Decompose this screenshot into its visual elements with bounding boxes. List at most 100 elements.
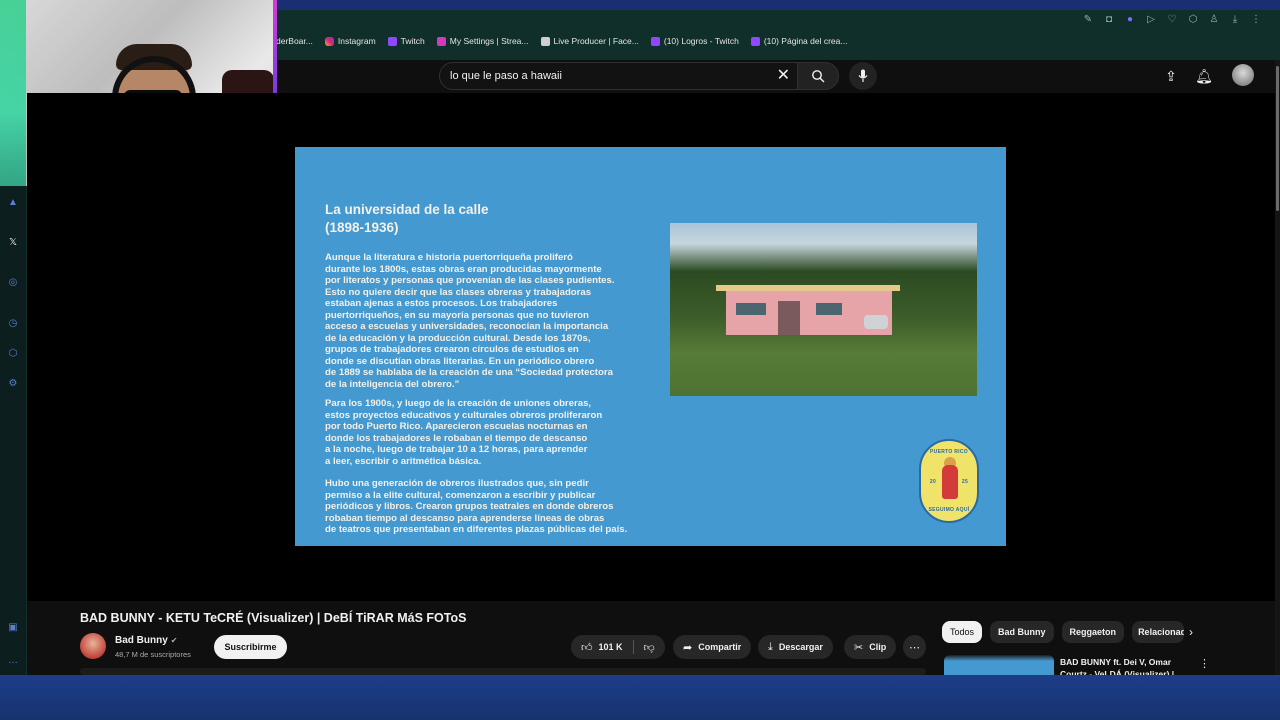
bookmarks-bar: derBoar... Instagram Twitch My Settings … xyxy=(276,36,847,46)
recommendation-title[interactable]: BAD BUNNY ft. Dei V, Omar Courtz - VeLDÁ… xyxy=(1060,656,1185,675)
scrollbar-thumb[interactable] xyxy=(1276,66,1279,211)
browser-extension-icons: ✎ ◘ ● ▷ ♡ ⬡ ♙ ⤓ ⋮ xyxy=(1082,14,1262,25)
camera-icon[interactable]: ◘ xyxy=(1103,14,1115,25)
slide-paragraph: Para los 1900s, y luego de la creación d… xyxy=(325,398,603,467)
more-icon: ⋯ xyxy=(909,641,920,654)
slide-title-years: (1898-1936) xyxy=(325,220,399,235)
cube-icon[interactable]: ⬡ xyxy=(1187,14,1199,25)
twitch-icon xyxy=(750,36,760,46)
thumbs-up-icon[interactable]: 👍︎ xyxy=(581,641,593,654)
extension-icon[interactable]: ● xyxy=(1124,14,1136,25)
bookmark-label: (10) Logros - Twitch xyxy=(663,36,739,46)
player-icon[interactable]: ◎ xyxy=(6,277,20,291)
download-label: Descargar xyxy=(778,642,823,652)
scissors-icon: ✂ xyxy=(854,641,864,654)
download-icon[interactable]: ⤓ xyxy=(1229,14,1241,25)
clip-label: Clip xyxy=(869,642,887,652)
x-icon[interactable]: 𝕏 xyxy=(6,237,20,251)
more-actions-button[interactable]: ⋯ xyxy=(903,635,926,659)
search-button[interactable] xyxy=(797,62,839,90)
share-label: Compartir xyxy=(698,642,742,652)
channel-avatar[interactable] xyxy=(80,633,106,659)
bookmark-label: Live Producer | Face... xyxy=(553,36,639,46)
share-icon: ➦ xyxy=(683,641,693,654)
bookmark-item[interactable]: Live Producer | Face... xyxy=(540,36,639,46)
settings-icon[interactable]: ⚙ xyxy=(6,378,20,392)
history-icon[interactable]: ◷ xyxy=(6,318,20,332)
person-icon[interactable]: ♙ xyxy=(1208,14,1220,25)
upload-icon[interactable]: ⇪ xyxy=(1161,66,1181,86)
like-dislike-group: 👍︎ 101 K 👎︎ xyxy=(571,635,665,659)
browser-sidebar: ▲ 𝕏 ◎ ◷ ⬡ ⚙ ▣ … xyxy=(0,185,27,675)
menu-icon[interactable]: ⋮ xyxy=(1250,14,1262,25)
slide-title-line: La universidad de la calle xyxy=(325,202,489,217)
puerto-rico-seal: PUERTO RICO 20 25 SEGUIMO AQUÍ xyxy=(919,439,979,523)
subscribe-button[interactable]: Suscribirme xyxy=(214,635,287,659)
bookmark-item[interactable]: Twitch xyxy=(387,36,425,46)
voice-search-button[interactable] xyxy=(849,62,877,90)
clip-button[interactable]: ✂ Clip xyxy=(844,635,897,659)
twitch-icon xyxy=(650,36,660,46)
more-icon[interactable]: … xyxy=(6,655,20,669)
gallery-icon[interactable]: ▣ xyxy=(6,622,20,636)
bookmark-item[interactable]: My Settings | Strea... xyxy=(436,36,529,46)
chip-todos[interactable]: Todos xyxy=(942,621,983,643)
more-icon[interactable]: ⋮ xyxy=(1199,657,1210,670)
car xyxy=(864,315,888,329)
bookmark-item[interactable]: (10) Logros - Twitch xyxy=(650,36,739,46)
chip-reggaeton[interactable]: Reggaeton xyxy=(1061,621,1125,643)
bookmark-item[interactable]: derBoar... xyxy=(276,36,313,46)
search-input[interactable]: lo que le paso a hawaii xyxy=(450,70,562,82)
twitch-icon xyxy=(387,36,397,46)
slide-paragraph: Hubo una generación de obreros ilustrado… xyxy=(325,478,628,535)
chevron-right-icon[interactable]: › xyxy=(1189,625,1193,639)
bookmark-item[interactable]: Instagram xyxy=(324,36,376,46)
close-icon[interactable]: ✕ xyxy=(777,67,790,85)
microphone-icon xyxy=(858,69,868,82)
house-photo xyxy=(670,223,977,396)
box-icon[interactable]: ⬡ xyxy=(6,348,20,362)
screen: ✎ ◘ ● ▷ ♡ ⬡ ♙ ⤓ ⋮ derBoar... Instagram T… xyxy=(0,0,1280,720)
edit-icon[interactable]: ✎ xyxy=(1082,14,1094,25)
bookmark-label: derBoar... xyxy=(276,36,313,46)
chip-bad-bunny[interactable]: Bad Bunny xyxy=(990,621,1054,643)
youtube-header: lo que le paso a hawaii ✕ ⇪ 🔔︎ xyxy=(277,60,1280,93)
search-icon xyxy=(812,70,825,83)
desktop-taskbar xyxy=(0,675,1280,720)
bookmark-label: Instagram xyxy=(337,36,376,46)
slide-paragraph: Aunque la literatura e historia puertorr… xyxy=(325,252,615,390)
play-icon[interactable]: ▷ xyxy=(1145,14,1157,25)
description-box-edge xyxy=(80,668,926,675)
channel-name-row[interactable]: Bad Bunny ✔︎ xyxy=(115,635,177,646)
recommendation-thumbnail[interactable] xyxy=(944,655,1054,675)
house-window xyxy=(816,303,842,315)
slide-title: La universidad de la calle (1898-1936) xyxy=(325,201,489,237)
verified-icon: ✔︎ xyxy=(170,636,178,645)
search-box[interactable]: lo que le paso a hawaii ✕ xyxy=(439,62,799,90)
bell-icon[interactable]: 🔔︎ xyxy=(1194,66,1214,86)
download-button[interactable]: ⤓ Descargar xyxy=(758,635,833,659)
bookmark-label: (10) Página del crea... xyxy=(763,36,848,46)
chip-relacionados[interactable]: Relacionad xyxy=(1132,621,1185,643)
heart-icon[interactable]: ♡ xyxy=(1166,14,1178,25)
bookmark-item[interactable]: (10) Página del crea... xyxy=(750,36,848,46)
share-button[interactable]: ➦ Compartir xyxy=(673,635,752,659)
thumbs-down-icon[interactable]: 👎︎ xyxy=(644,641,655,654)
house-window xyxy=(736,303,766,315)
account-avatar[interactable] xyxy=(1232,64,1254,86)
subscriber-count: 48,7 M de suscriptores xyxy=(115,650,191,659)
recommendation-chips: Todos Bad Bunny Reggaeton Relacionad xyxy=(942,621,1185,643)
aria-icon[interactable]: ▲ xyxy=(6,197,20,211)
bookmark-label: Twitch xyxy=(400,36,425,46)
like-divider xyxy=(632,640,634,654)
streamlabs-icon xyxy=(436,36,446,46)
facebook-icon xyxy=(540,36,550,46)
house-door xyxy=(778,301,800,335)
video-frame-slide: La universidad de la calle (1898-1936) A… xyxy=(295,147,1006,546)
like-count[interactable]: 101 K xyxy=(599,642,623,652)
download-icon: ⤓ xyxy=(768,640,773,653)
channel-name[interactable]: Bad Bunny xyxy=(115,635,168,646)
led-light xyxy=(0,0,26,186)
bookmark-label: My Settings | Strea... xyxy=(449,36,529,46)
video-title: BAD BUNNY - KETU TeCRÉ (Visualizer) | De… xyxy=(80,611,467,625)
